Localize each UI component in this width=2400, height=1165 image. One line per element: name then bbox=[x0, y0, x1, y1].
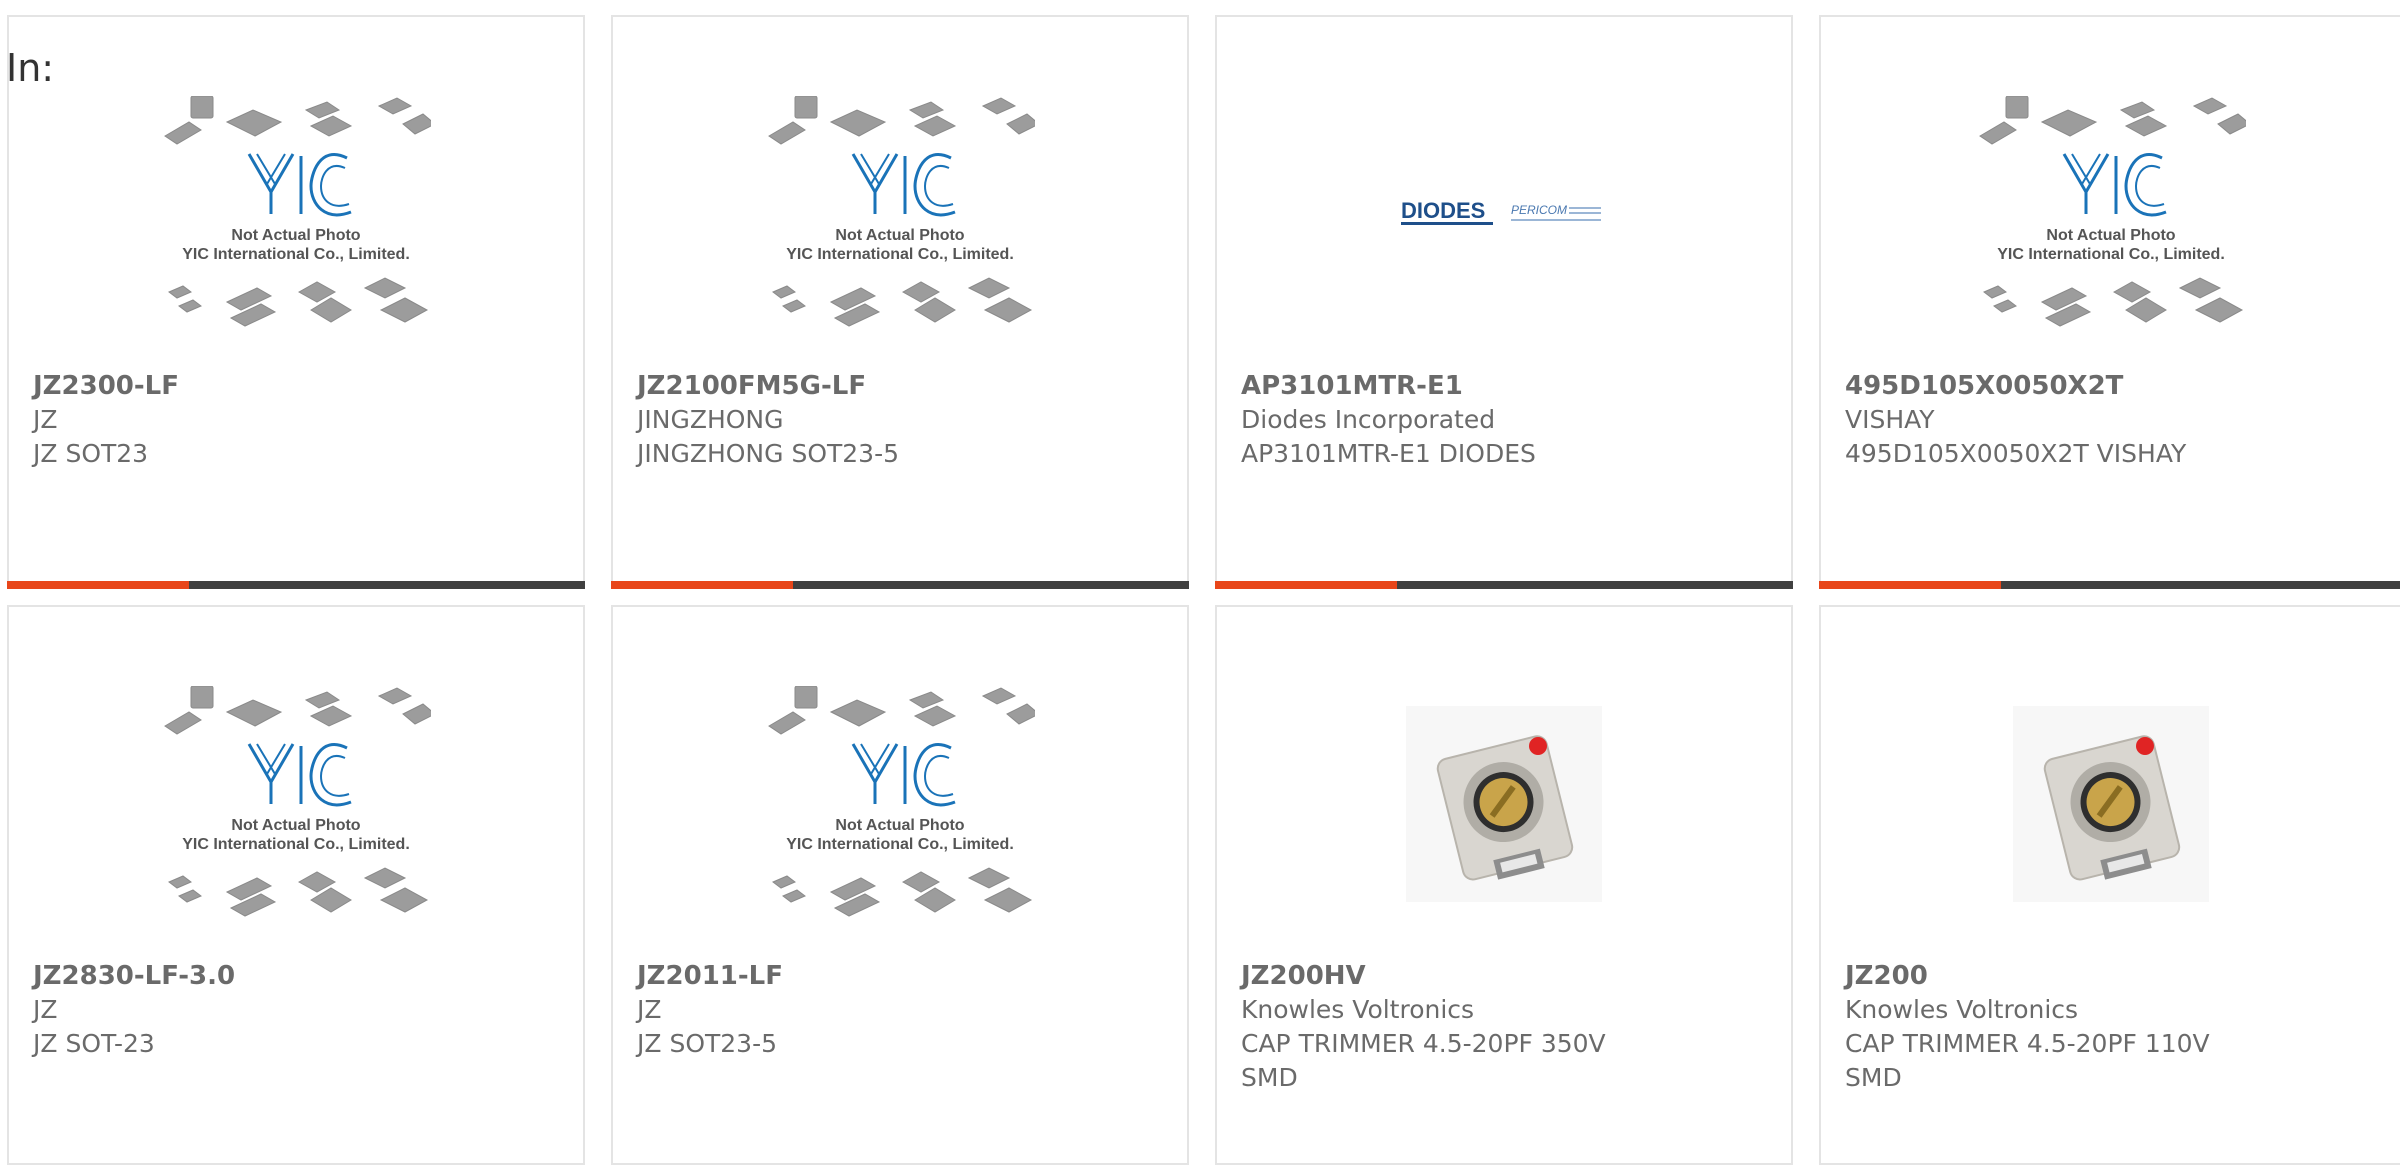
diodes-subbrand-text: PERICOM bbox=[1511, 203, 1567, 217]
product-card[interactable]: Not Actual Photo YIC International Co., … bbox=[7, 605, 585, 1165]
product-manufacturer: Diodes Incorporated bbox=[1241, 405, 1496, 434]
product-card[interactable]: Not Actual Photo YIC International Co., … bbox=[1819, 15, 2400, 589]
product-description: AP3101MTR-E1 DIODES bbox=[1241, 439, 1536, 468]
product-info: JZ2830-LF-3.0 JZ JZ SOT-23 bbox=[33, 959, 563, 1061]
product-info: JZ2100FM5G-LF JINGZHONG JINGZHONG SOT23-… bbox=[637, 369, 1167, 471]
placeholder-caption-line2: YIC International Co., Limited. bbox=[1997, 246, 2225, 263]
product-info: JZ200 Knowles Voltronics CAP TRIMMER 4.5… bbox=[1845, 959, 2380, 1095]
card-bottom-bar bbox=[1215, 581, 1793, 589]
yic-placeholder-image: Not Actual Photo YIC International Co., … bbox=[164, 96, 431, 327]
card-bar-accent bbox=[611, 581, 793, 589]
trimmer-capacitor-image bbox=[1406, 706, 1602, 902]
yic-placeholder-image: Not Actual Photo YIC International Co., … bbox=[164, 686, 431, 917]
placeholder-caption-line1: Not Actual Photo bbox=[2046, 227, 2175, 244]
product-part-number[interactable]: 495D105X0050X2T bbox=[1845, 369, 2380, 403]
placeholder-caption-line2: YIC International Co., Limited. bbox=[786, 836, 1014, 853]
product-part-number[interactable]: JZ2300-LF bbox=[33, 369, 563, 403]
diodes-logo-image: DIODES PERICOM bbox=[1401, 198, 1601, 225]
product-image-trimmer-capacitor[interactable] bbox=[1217, 655, 1791, 953]
product-manufacturer: JZ bbox=[33, 405, 58, 434]
product-image-diodes-logo[interactable]: DIODES PERICOM bbox=[1217, 65, 1791, 363]
product-description: CAP TRIMMER 4.5-20PF 350V SMD bbox=[1241, 1029, 1606, 1092]
product-card[interactable]: JZ200HV Knowles Voltronics CAP TRIMMER 4… bbox=[1215, 605, 1793, 1165]
card-bottom-bar bbox=[7, 581, 585, 589]
product-image-yic-placeholder[interactable]: Not Actual Photo YIC International Co., … bbox=[1821, 65, 2400, 363]
product-card[interactable]: Not Actual Photo YIC International Co., … bbox=[611, 605, 1189, 1165]
product-info: AP3101MTR-E1 Diodes Incorporated AP3101M… bbox=[1241, 369, 1771, 471]
product-image-yic-placeholder[interactable]: Not Actual Photo YIC International Co., … bbox=[9, 65, 583, 363]
product-description: JINGZHONG SOT23-5 bbox=[637, 439, 899, 468]
product-part-number[interactable]: JZ2011-LF bbox=[637, 959, 1167, 993]
yic-placeholder-image: Not Actual Photo YIC International Co., … bbox=[768, 686, 1035, 917]
product-grid: Not Actual Photo YIC International Co., … bbox=[0, 0, 2400, 1165]
product-image-yic-placeholder[interactable]: Not Actual Photo YIC International Co., … bbox=[613, 65, 1187, 363]
product-description: 495D105X0050X2T VISHAY bbox=[1845, 439, 2187, 468]
card-bottom-bar bbox=[1819, 581, 2400, 589]
product-card[interactable]: DIODES PERICOM AP3101MTR-E1 Diodes Incor… bbox=[1215, 15, 1793, 589]
product-manufacturer: JZ bbox=[637, 995, 662, 1024]
placeholder-caption-line2: YIC International Co., Limited. bbox=[182, 246, 410, 263]
product-image-trimmer-capacitor[interactable] bbox=[1821, 655, 2400, 953]
placeholder-caption-line2: YIC International Co., Limited. bbox=[786, 246, 1014, 263]
product-info: JZ2300-LF JZ JZ SOT23 bbox=[33, 369, 563, 471]
product-part-number[interactable]: JZ2830-LF-3.0 bbox=[33, 959, 563, 993]
diodes-brand-text: DIODES bbox=[1401, 198, 1485, 223]
product-image-yic-placeholder[interactable]: Not Actual Photo YIC International Co., … bbox=[613, 655, 1187, 953]
product-description: JZ SOT23 bbox=[33, 439, 149, 468]
product-part-number[interactable]: AP3101MTR-E1 bbox=[1241, 369, 1771, 403]
product-card[interactable]: Not Actual Photo YIC International Co., … bbox=[7, 15, 585, 589]
product-description: CAP TRIMMER 4.5-20PF 110V SMD bbox=[1845, 1029, 2210, 1092]
yic-placeholder-image: Not Actual Photo YIC International Co., … bbox=[1978, 96, 2246, 327]
card-bar-accent bbox=[7, 581, 189, 589]
product-info: 495D105X0050X2T VISHAY 495D105X0050X2T V… bbox=[1845, 369, 2380, 471]
product-part-number[interactable]: JZ200HV bbox=[1241, 959, 1771, 993]
card-bar-accent bbox=[1819, 581, 2001, 589]
product-description: JZ SOT-23 bbox=[33, 1029, 155, 1058]
product-card[interactable]: Not Actual Photo YIC International Co., … bbox=[611, 15, 1189, 589]
product-manufacturer: JINGZHONG bbox=[637, 405, 784, 434]
product-card[interactable]: JZ200 Knowles Voltronics CAP TRIMMER 4.5… bbox=[1819, 605, 2400, 1165]
placeholder-caption-line1: Not Actual Photo bbox=[231, 227, 360, 244]
placeholder-caption-line2: YIC International Co., Limited. bbox=[182, 836, 410, 853]
product-part-number[interactable]: JZ2100FM5G-LF bbox=[637, 369, 1167, 403]
card-bottom-bar bbox=[611, 581, 1189, 589]
yic-placeholder-image: Not Actual Photo YIC International Co., … bbox=[768, 96, 1035, 327]
card-bar-accent bbox=[1215, 581, 1397, 589]
product-manufacturer: Knowles Voltronics bbox=[1845, 995, 2079, 1024]
product-info: JZ200HV Knowles Voltronics CAP TRIMMER 4… bbox=[1241, 959, 1771, 1095]
product-description: JZ SOT23-5 bbox=[637, 1029, 778, 1058]
product-manufacturer: JZ bbox=[33, 995, 58, 1024]
product-manufacturer: VISHAY bbox=[1845, 405, 1935, 434]
trimmer-capacitor-image bbox=[2012, 706, 2209, 902]
product-image-yic-placeholder[interactable]: Not Actual Photo YIC International Co., … bbox=[9, 655, 583, 953]
product-manufacturer: Knowles Voltronics bbox=[1241, 995, 1475, 1024]
in-label: In: bbox=[6, 46, 55, 90]
placeholder-caption-line1: Not Actual Photo bbox=[231, 817, 360, 834]
placeholder-caption-line1: Not Actual Photo bbox=[835, 227, 964, 244]
product-part-number[interactable]: JZ200 bbox=[1845, 959, 2380, 993]
product-info: JZ2011-LF JZ JZ SOT23-5 bbox=[637, 959, 1167, 1061]
placeholder-caption-line1: Not Actual Photo bbox=[835, 817, 964, 834]
